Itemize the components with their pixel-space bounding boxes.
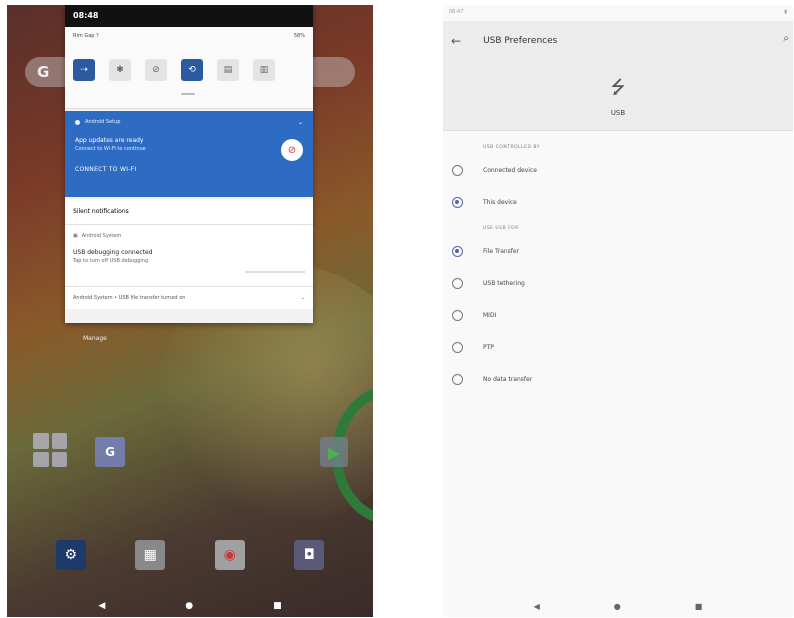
notification-shade: 08:48 Rim Gap ? 58% ⇢ ✱ ⊘ ⟲ ▤ ▥ Android Setup… xyxy=(65,5,313,323)
notification-subtitle: Tap to turn off USB debugging xyxy=(73,258,149,264)
radio-option-label: This device xyxy=(483,198,517,206)
use-for-options: File Transfer USB tethering MIDI PTP No data… xyxy=(443,235,793,395)
app-bar: ← USB Preferences ⌕ xyxy=(443,21,793,61)
cast-icon[interactable]: ▤ xyxy=(217,59,239,81)
back-icon[interactable]: ◀ xyxy=(98,601,105,611)
wifi-off-icon: ⊘ xyxy=(281,139,303,161)
google-icon: G xyxy=(37,63,50,81)
wifi-icon[interactable]: ⇢ xyxy=(73,59,95,81)
usb-label: USB xyxy=(610,108,626,117)
settings-icon[interactable]: ⚙ xyxy=(55,540,86,570)
back-arrow-icon[interactable]: ← xyxy=(451,34,461,48)
radio-option[interactable]: MIDI xyxy=(443,299,793,331)
notification-subtitle: Connect to Wi-Fi to continue xyxy=(75,146,146,152)
notification-divider xyxy=(245,271,305,273)
silent-notifications-header: Silent notifications xyxy=(65,199,313,225)
navigation-bar: ◀ ● ■ xyxy=(7,595,373,617)
radio-option-label: File Transfer xyxy=(483,247,520,255)
google-news-icon[interactable]: G xyxy=(95,437,125,467)
controlled-by-options: Connected device This device xyxy=(443,154,793,218)
quick-settings-panel: Rim Gap ? 58% ⇢ ✱ ⊘ ⟲ ▤ ▥ xyxy=(65,27,313,109)
back-icon[interactable]: ◀ xyxy=(534,602,540,611)
section-label-use-for: USE USB FOR xyxy=(483,226,519,231)
radio-option[interactable]: USB tethering xyxy=(443,267,793,299)
radio-button[interactable] xyxy=(452,341,463,353)
shade-status-time: 08:48 xyxy=(65,5,313,27)
search-icon[interactable]: ⌕ xyxy=(783,33,789,44)
chrome-icon[interactable]: ◉ xyxy=(214,540,245,570)
radio-option-label: USB tethering xyxy=(483,279,525,287)
expand-chevron-icon[interactable]: ⌄ xyxy=(301,295,305,301)
gallery-icon[interactable]: ▦ xyxy=(135,540,166,570)
home-icon[interactable]: ● xyxy=(614,602,621,611)
notification-title: USB debugging connected xyxy=(73,249,153,256)
notification-app-name: Android Setup xyxy=(85,119,121,125)
notification-app-name: Android System xyxy=(81,233,122,239)
manage-button[interactable]: Manage xyxy=(83,335,107,342)
recents-icon[interactable]: ■ xyxy=(273,601,282,611)
bluetooth-icon[interactable]: ✱ xyxy=(109,59,131,81)
radio-button[interactable] xyxy=(452,245,463,257)
section-label-controlled-by: USB CONTROLLED BY xyxy=(483,145,540,150)
play-store-icon[interactable]: ▶ xyxy=(320,437,348,467)
radio-option[interactable]: Connected device xyxy=(443,154,793,186)
rotate-icon[interactable]: ⟲ xyxy=(181,59,203,81)
radio-option-label: MIDI xyxy=(483,311,497,319)
usb-header: ⭍ USB xyxy=(443,61,793,131)
usb-icon: ⭍ xyxy=(610,76,626,98)
radio-button[interactable] xyxy=(452,277,463,289)
shade-drag-handle[interactable] xyxy=(181,93,195,95)
battery-saver-icon[interactable]: ▥ xyxy=(253,59,275,81)
status-bar: 08:47 ▮ xyxy=(443,5,793,21)
left-phone-screen: G 08:48 Rim Gap ? 58% ⇢ ✱ ⊘ ⟲ ▤ ▥ Android Set… xyxy=(7,5,373,617)
radio-option-label: Connected device xyxy=(483,166,537,174)
quick-settings-tiles: ⇢ ✱ ⊘ ⟲ ▤ ▥ xyxy=(73,59,275,81)
expand-chevron-icon[interactable]: ⌄ xyxy=(298,119,303,126)
notification-title: App updates are ready xyxy=(75,137,144,144)
status-time: 08:47 xyxy=(449,9,464,15)
navigation-bar: ◀ ● ■ xyxy=(443,595,793,617)
radio-button[interactable] xyxy=(452,373,463,385)
home-icon[interactable]: ● xyxy=(185,601,193,611)
right-phone-screen: 08:47 ▮ ← USB Preferences ⌕ ⭍ USB USB CO… xyxy=(443,5,793,617)
network-name: Rim Gap ? xyxy=(73,33,99,39)
dnd-icon[interactable]: ⊘ xyxy=(145,59,167,81)
radio-option-label: No data transfer xyxy=(483,375,533,383)
android-setup-icon xyxy=(75,119,80,125)
connect-wifi-button[interactable]: CONNECT TO WI-FI xyxy=(75,166,303,173)
radio-option[interactable]: File Transfer xyxy=(443,235,793,267)
radio-option[interactable]: This device xyxy=(443,186,793,218)
camera-icon[interactable]: ◘ xyxy=(294,540,325,570)
page-title: USB Preferences xyxy=(483,36,558,46)
app-dock: ⚙ ▦ ◉ ◘ xyxy=(7,540,373,570)
usb-transfer-notification[interactable]: Android System • USB file transfer turne… xyxy=(65,287,313,309)
android-system-icon: ▣ xyxy=(73,233,78,239)
app-folder[interactable] xyxy=(33,433,67,467)
recents-icon[interactable]: ■ xyxy=(695,602,703,611)
battery-icon: ▮ xyxy=(784,9,787,15)
radio-button[interactable] xyxy=(452,164,463,176)
radio-button[interactable] xyxy=(452,196,463,208)
wifi-notification[interactable]: Android Setup ⌄ App updates are ready Co… xyxy=(65,111,313,197)
notification-text: Android System • USB file transfer turne… xyxy=(73,295,186,301)
radio-option[interactable]: PTP xyxy=(443,331,793,363)
usb-debugging-notification[interactable]: ▣ Android System USB debugging connected … xyxy=(65,225,313,287)
battery-level: 58% xyxy=(293,33,305,39)
radio-button[interactable] xyxy=(452,309,463,321)
radio-option[interactable]: No data transfer xyxy=(443,363,793,395)
radio-option-label: PTP xyxy=(483,343,494,351)
